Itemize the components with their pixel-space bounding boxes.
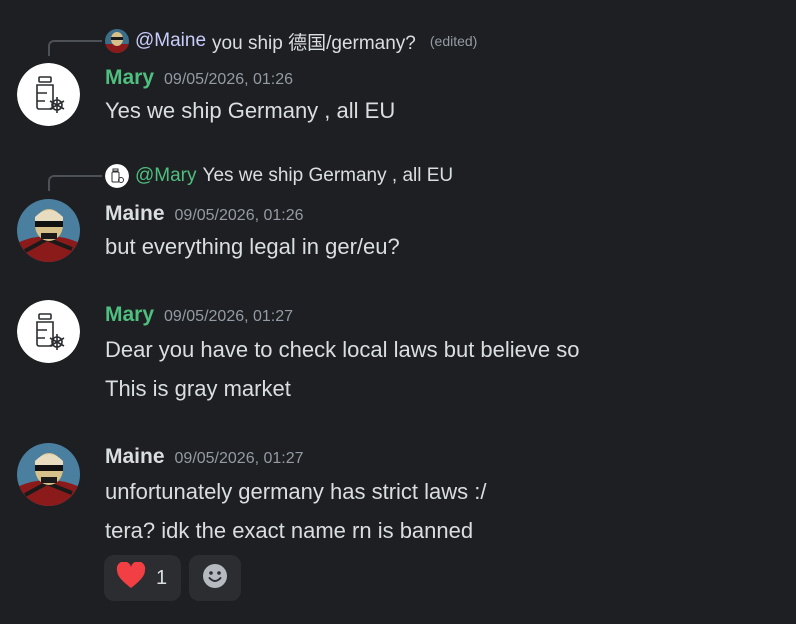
- message-header: Maine 09/05/2026, 01:26: [105, 202, 304, 226]
- message-text: unfortunately germany has strict laws :/: [105, 479, 487, 504]
- username[interactable]: Maine: [105, 445, 165, 469]
- reply-mention[interactable]: @Maine: [135, 30, 206, 52]
- maine-avatar[interactable]: [17, 199, 80, 262]
- maine-avatar[interactable]: [17, 443, 80, 506]
- chat-log: @Maine you ship 德国/germany? (edited) Mar…: [0, 0, 796, 624]
- reply-text: Yes we ship Germany , all EU: [202, 165, 454, 186]
- maine-mini-avatar: [105, 29, 129, 53]
- reaction-count: 1: [156, 566, 168, 589]
- message-text: Yes we ship Germany , all EU: [105, 98, 396, 123]
- message-header: Mary 09/05/2026, 01:27: [105, 303, 293, 327]
- reply-mention[interactable]: @Mary: [135, 165, 197, 187]
- smiley-icon: [202, 563, 228, 594]
- mary-avatar[interactable]: [17, 300, 80, 363]
- edited-label: (edited): [429, 33, 478, 49]
- reply-preview[interactable]: @Mary Yes we ship Germany , all EU: [105, 162, 453, 190]
- add-reaction-button[interactable]: [189, 555, 242, 601]
- mary-mini-avatar: [105, 164, 129, 188]
- message-text: but everything legal in ger/eu?: [105, 234, 400, 259]
- message-text: This is gray market: [105, 376, 291, 401]
- reply-connector: [48, 40, 102, 56]
- timestamp: 09/05/2026, 01:26: [164, 71, 294, 88]
- timestamp: 09/05/2026, 01:27: [164, 308, 294, 325]
- reaction-heart[interactable]: 1: [104, 555, 182, 601]
- reply-text: you ship 德国/germany?: [212, 32, 416, 54]
- mary-avatar[interactable]: [17, 63, 80, 126]
- timestamp: 09/05/2026, 01:26: [174, 207, 304, 224]
- reaction-bar: 1: [104, 555, 242, 601]
- username[interactable]: Maine: [105, 202, 165, 226]
- message-header: Mary 09/05/2026, 01:26: [105, 66, 293, 90]
- message-text: tera? idk the exact name rn is banned: [105, 518, 474, 543]
- username[interactable]: Mary: [105, 66, 154, 90]
- reply-preview[interactable]: @Maine you ship 德国/germany? (edited): [105, 27, 477, 55]
- username[interactable]: Mary: [105, 303, 154, 327]
- reply-connector: [48, 175, 102, 191]
- message-text: Dear you have to check local laws but be…: [105, 337, 580, 362]
- heart-icon: [116, 561, 146, 594]
- message-header: Maine 09/05/2026, 01:27: [105, 445, 304, 469]
- timestamp: 09/05/2026, 01:27: [174, 450, 304, 467]
